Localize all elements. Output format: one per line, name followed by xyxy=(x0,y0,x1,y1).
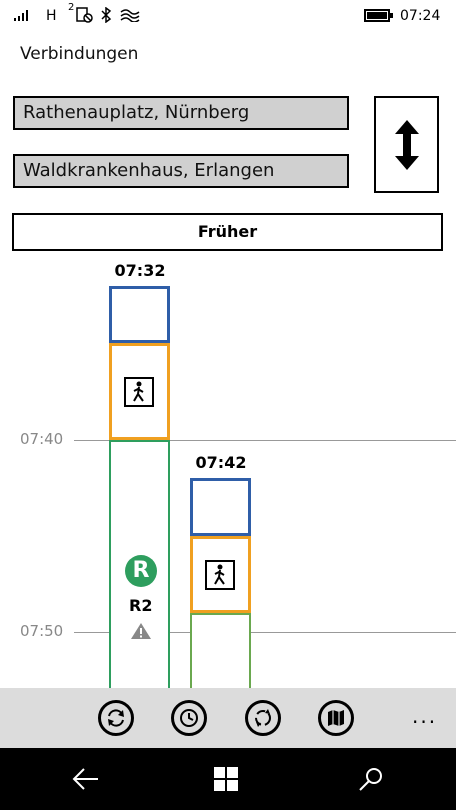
walk-segment xyxy=(109,343,170,440)
connection-1[interactable]: 07:32 R R2 xyxy=(105,258,175,688)
status-bar: H 2 07:24 xyxy=(0,0,456,32)
walk-icon xyxy=(124,377,154,407)
navigation-bar xyxy=(0,748,456,810)
more-button[interactable]: ... xyxy=(412,704,437,728)
transfer-segment xyxy=(190,478,251,536)
app-bar: ... xyxy=(0,688,456,748)
departure-time: 07:42 xyxy=(195,453,247,472)
sim-badge: 2 xyxy=(68,2,75,13)
transfer-segment xyxy=(109,286,170,343)
time-label: 07:50 xyxy=(20,622,64,640)
clock-icon xyxy=(180,709,198,727)
battery-icon xyxy=(364,9,393,22)
sync-icon xyxy=(255,709,271,727)
warning-icon[interactable] xyxy=(130,622,152,640)
network-type: H xyxy=(46,8,57,24)
clock: 07:24 xyxy=(400,8,441,24)
sync-button[interactable] xyxy=(245,700,281,736)
sim-do-not-disturb-icon xyxy=(76,7,93,23)
walk-segment xyxy=(190,536,251,613)
connection-2[interactable]: 07:42 xyxy=(186,450,256,688)
refresh-icon xyxy=(108,709,124,727)
search-icon[interactable] xyxy=(358,766,384,792)
page-title: Verbindungen xyxy=(20,44,139,64)
signal-strength-icon xyxy=(14,9,32,21)
line-label: R2 xyxy=(129,596,153,615)
wifi-calling-icon xyxy=(120,9,140,22)
refresh-button[interactable] xyxy=(98,700,134,736)
to-station-field[interactable]: Waldkrankenhaus, Erlangen xyxy=(13,154,349,188)
from-station-field[interactable]: Rathenauplatz, Nürnberg xyxy=(13,96,349,130)
train-segment xyxy=(190,613,251,688)
time-button[interactable] xyxy=(171,700,207,736)
swap-stations-button[interactable] xyxy=(374,96,439,193)
back-icon[interactable] xyxy=(72,768,100,790)
departure-time: 07:32 xyxy=(114,261,166,280)
earlier-button[interactable]: Früher xyxy=(12,213,443,251)
map-icon xyxy=(328,710,344,726)
time-label: 07:40 xyxy=(20,430,64,448)
windows-start-icon[interactable] xyxy=(214,767,238,791)
train-segment: R R2 xyxy=(109,440,170,688)
regional-train-icon: R xyxy=(125,555,157,587)
map-button[interactable] xyxy=(318,700,354,736)
bluetooth-icon xyxy=(101,7,112,23)
walk-icon xyxy=(205,560,235,590)
swap-arrows-icon xyxy=(395,120,419,170)
